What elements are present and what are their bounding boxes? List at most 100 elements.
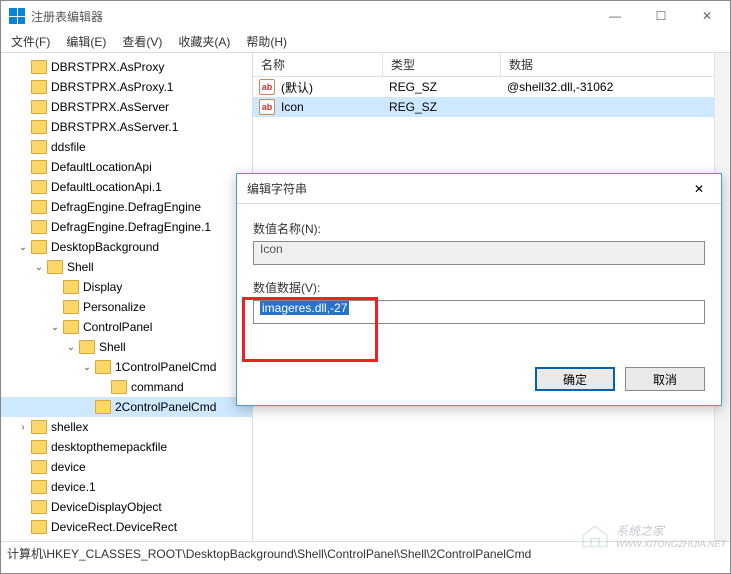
expand-arrow-icon[interactable]: ⌄	[65, 342, 77, 353]
tree-node-label: 1ControlPanelCmd	[115, 360, 216, 374]
folder-icon	[95, 360, 111, 374]
cell-type: REG_SZ	[389, 80, 507, 94]
folder-icon	[63, 280, 79, 294]
minimize-button[interactable]: —	[592, 1, 638, 31]
tree-node-label: DBRSTPRX.AsServer.1	[51, 120, 178, 134]
maximize-button[interactable]: ☐	[638, 1, 684, 31]
folder-icon	[79, 340, 95, 354]
tree-node-label: DeviceDisplayObject	[51, 500, 162, 514]
registry-tree[interactable]: DBRSTPRX.AsProxyDBRSTPRX.AsProxy.1DBRSTP…	[1, 53, 253, 541]
folder-icon	[31, 500, 47, 514]
folder-icon	[31, 220, 47, 234]
dialog-close-button[interactable]: ✕	[677, 174, 721, 204]
tree-node[interactable]: DefaultLocationApi	[1, 157, 252, 177]
folder-icon	[111, 380, 127, 394]
tree-node[interactable]: DefragEngine.DefragEngine.1	[1, 217, 252, 237]
tree-node[interactable]: DefragEngine.DefragEngine	[1, 197, 252, 217]
string-value-icon: ab	[259, 79, 275, 95]
tree-node[interactable]: device.1	[1, 477, 252, 497]
folder-icon	[63, 320, 79, 334]
tree-node[interactable]: ddsfile	[1, 137, 252, 157]
title-bar: 注册表编辑器 — ☐ ✕	[1, 1, 730, 31]
expand-arrow-icon[interactable]: ›	[17, 422, 29, 433]
tree-node-label: Display	[83, 280, 122, 294]
edit-string-dialog: 编辑字符串 ✕ 数值名称(N): Icon 数值数据(V): imageres.…	[236, 173, 722, 406]
folder-icon	[31, 80, 47, 94]
tree-node[interactable]: ⌄ DesktopBackground	[1, 237, 252, 257]
close-button[interactable]: ✕	[684, 1, 730, 31]
tree-node[interactable]: DBRSTPRX.AsProxy	[1, 57, 252, 77]
expand-arrow-icon[interactable]: ⌄	[81, 362, 93, 373]
tree-node-label: Shell	[67, 260, 94, 274]
cancel-button[interactable]: 取消	[625, 367, 705, 391]
tree-node[interactable]: ⌄ Shell	[1, 257, 252, 277]
menu-file[interactable]: 文件(F)	[11, 33, 50, 50]
ok-button[interactable]: 确定	[535, 367, 615, 391]
tree-node-label: DefaultLocationApi.1	[51, 180, 162, 194]
tree-node[interactable]: DeviceRect.DeviceRect	[1, 517, 252, 537]
folder-icon	[31, 200, 47, 214]
tree-node-label: DefaultLocationApi	[51, 160, 152, 174]
tree-node-label: shellex	[51, 420, 88, 434]
tree-node[interactable]: › shellex	[1, 417, 252, 437]
tree-node[interactable]: 2ControlPanelCmd	[1, 397, 252, 417]
folder-icon	[31, 140, 47, 154]
tree-node-label: DesktopBackground	[51, 240, 159, 254]
tree-node[interactable]: Personalize	[1, 297, 252, 317]
tree-node-label: DeviceRect.DeviceRect	[51, 520, 177, 534]
tree-node[interactable]: DefaultLocationApi.1	[1, 177, 252, 197]
cell-data: @shell32.dll,-31062	[507, 80, 730, 94]
tree-node[interactable]: ⌄ Shell	[1, 337, 252, 357]
tree-node[interactable]: command	[1, 377, 252, 397]
tree-node-label: 2ControlPanelCmd	[115, 400, 216, 414]
cell-name: (默认)	[281, 79, 389, 96]
tree-node-label: DefragEngine.DefragEngine	[51, 200, 201, 214]
header-data[interactable]: 数据	[501, 53, 730, 76]
cell-type: REG_SZ	[389, 100, 507, 114]
tree-node[interactable]: DBRSTPRX.AsProxy.1	[1, 77, 252, 97]
expand-arrow-icon[interactable]: ⌄	[33, 262, 45, 273]
folder-icon	[31, 180, 47, 194]
tree-node-label: device	[51, 460, 86, 474]
value-name-field: Icon	[253, 241, 705, 265]
menu-help[interactable]: 帮助(H)	[246, 33, 287, 50]
header-type[interactable]: 类型	[383, 53, 501, 76]
tree-node-label: ControlPanel	[83, 320, 152, 334]
folder-icon	[31, 120, 47, 134]
tree-node-label: DefragEngine.DefragEngine.1	[51, 220, 211, 234]
tree-node[interactable]: ⌄ 1ControlPanelCmd	[1, 357, 252, 377]
menu-favorites[interactable]: 收藏夹(A)	[178, 33, 230, 50]
tree-node[interactable]: desktopthemepackfile	[1, 437, 252, 457]
folder-icon	[31, 100, 47, 114]
folder-icon	[31, 60, 47, 74]
tree-node[interactable]: DeviceDisplayObject	[1, 497, 252, 517]
list-row[interactable]: ab (默认)REG_SZ@shell32.dll,-31062	[253, 77, 730, 97]
folder-icon	[31, 160, 47, 174]
tree-node-label: Shell	[99, 340, 126, 354]
menu-edit[interactable]: 编辑(E)	[66, 33, 106, 50]
dialog-title: 编辑字符串	[237, 174, 721, 204]
tree-node[interactable]: device	[1, 457, 252, 477]
header-name[interactable]: 名称	[253, 53, 383, 76]
folder-icon	[31, 420, 47, 434]
tree-node-label: device.1	[51, 480, 96, 494]
tree-node[interactable]: DBRSTPRX.AsServer	[1, 97, 252, 117]
folder-icon	[63, 300, 79, 314]
tree-node-label: ddsfile	[51, 140, 86, 154]
expand-arrow-icon[interactable]: ⌄	[17, 242, 29, 253]
value-name-label: 数值名称(N):	[253, 220, 705, 237]
window-title: 注册表编辑器	[31, 8, 592, 25]
menu-bar: 文件(F) 编辑(E) 查看(V) 收藏夹(A) 帮助(H)	[1, 31, 730, 53]
expand-arrow-icon[interactable]: ⌄	[49, 322, 61, 333]
menu-view[interactable]: 查看(V)	[122, 33, 162, 50]
status-path: 计算机\HKEY_CLASSES_ROOT\DesktopBackground\…	[7, 545, 531, 562]
string-value-icon: ab	[259, 99, 275, 115]
value-data-field[interactable]: imageres.dll,-27	[253, 300, 705, 324]
folder-icon	[31, 460, 47, 474]
list-row[interactable]: abIconREG_SZ	[253, 97, 730, 117]
list-header: 名称 类型 数据	[253, 53, 730, 77]
tree-node-label: desktopthemepackfile	[51, 440, 167, 454]
tree-node[interactable]: Display	[1, 277, 252, 297]
tree-node[interactable]: ⌄ ControlPanel	[1, 317, 252, 337]
tree-node[interactable]: DBRSTPRX.AsServer.1	[1, 117, 252, 137]
